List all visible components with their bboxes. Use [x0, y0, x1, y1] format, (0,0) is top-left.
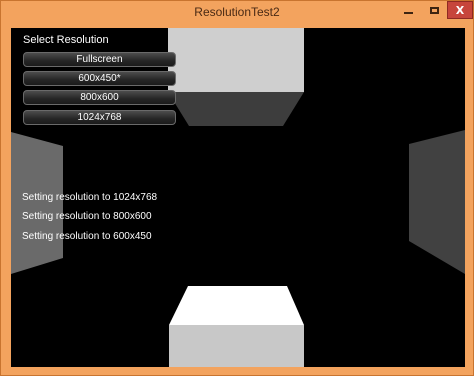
app-window: ResolutionTest2 X Select Resolution Full… — [0, 0, 474, 376]
resolution-600x450-button[interactable]: 600x450* — [23, 71, 176, 86]
minimize-button[interactable] — [395, 1, 421, 19]
top-wall-underside — [168, 92, 304, 126]
maximize-button[interactable] — [421, 1, 447, 19]
left-wall — [11, 132, 63, 274]
fullscreen-button[interactable]: Fullscreen — [23, 52, 176, 67]
close-icon: X — [455, 3, 465, 17]
floor-block-top — [169, 286, 304, 325]
resolution-1024x768-button[interactable]: 1024x768 — [23, 110, 176, 125]
close-button[interactable]: X — [447, 1, 473, 19]
resolution-800x600-button[interactable]: 800x600 — [23, 90, 176, 105]
floor-block-front — [169, 325, 304, 367]
select-resolution-heading: Select Resolution — [23, 34, 109, 46]
minimize-icon — [403, 12, 413, 14]
log-line: Setting resolution to 800x600 — [22, 211, 152, 222]
log-line: Setting resolution to 600x450 — [22, 231, 152, 242]
top-wall-face — [168, 28, 304, 92]
maximize-icon — [429, 6, 439, 14]
game-viewport[interactable]: Select Resolution Fullscreen 600x450* 80… — [11, 28, 465, 367]
log-line: Setting resolution to 1024x768 — [22, 192, 158, 203]
title-bar[interactable]: ResolutionTest2 X — [1, 1, 473, 27]
right-wall — [409, 130, 465, 274]
